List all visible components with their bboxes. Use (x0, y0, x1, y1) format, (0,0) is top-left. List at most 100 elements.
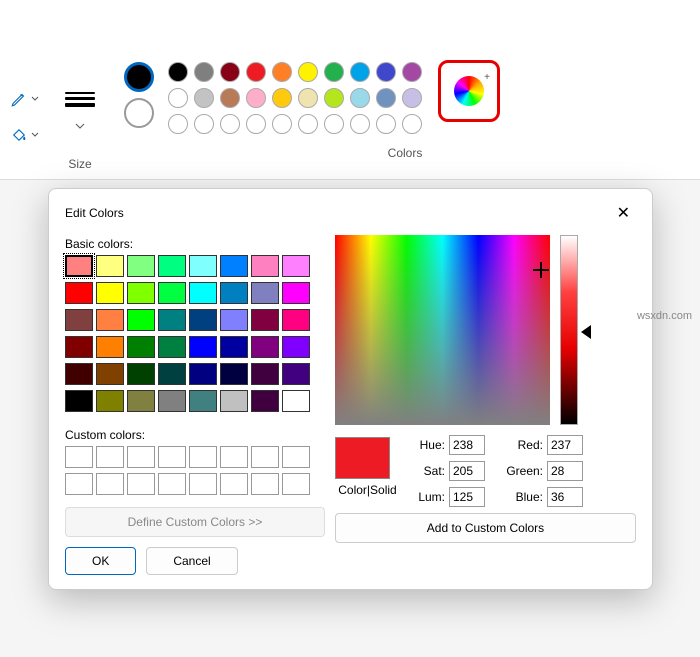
red-input[interactable] (547, 435, 583, 455)
basic-color-swatch[interactable] (127, 255, 155, 277)
palette-swatch[interactable] (350, 88, 370, 108)
palette-swatch-empty[interactable] (220, 114, 240, 134)
basic-color-swatch[interactable] (282, 363, 310, 385)
palette-swatch-empty[interactable] (350, 114, 370, 134)
basic-color-swatch[interactable] (189, 309, 217, 331)
green-input[interactable] (547, 461, 583, 481)
basic-color-swatch[interactable] (65, 255, 93, 277)
add-to-custom-colors-button[interactable]: Add to Custom Colors (335, 513, 636, 543)
pencil-tool[interactable] (10, 90, 40, 108)
basic-color-swatch[interactable] (220, 255, 248, 277)
custom-color-slot[interactable] (158, 473, 186, 495)
basic-color-swatch[interactable] (251, 255, 279, 277)
chevron-down-icon[interactable] (75, 122, 85, 130)
palette-swatch[interactable] (168, 88, 188, 108)
palette-swatch-empty[interactable] (272, 114, 292, 134)
palette-swatch[interactable] (220, 88, 240, 108)
basic-color-swatch[interactable] (96, 390, 124, 412)
palette-swatch-empty[interactable] (168, 114, 188, 134)
basic-color-swatch[interactable] (251, 309, 279, 331)
palette-swatch[interactable] (246, 62, 266, 82)
palette-swatch[interactable] (194, 62, 214, 82)
palette-swatch[interactable] (324, 62, 344, 82)
basic-color-swatch[interactable] (96, 309, 124, 331)
palette-swatch[interactable] (272, 88, 292, 108)
basic-color-swatch[interactable] (282, 390, 310, 412)
palette-swatch[interactable] (402, 62, 422, 82)
basic-color-swatch[interactable] (189, 336, 217, 358)
custom-color-slot[interactable] (220, 473, 248, 495)
basic-color-swatch[interactable] (282, 255, 310, 277)
custom-color-slot[interactable] (189, 446, 217, 468)
color-spectrum[interactable] (335, 235, 550, 425)
palette-swatch-empty[interactable] (246, 114, 266, 134)
basic-color-swatch[interactable] (251, 336, 279, 358)
basic-color-swatch[interactable] (65, 282, 93, 304)
basic-color-swatch[interactable] (189, 282, 217, 304)
custom-color-slot[interactable] (189, 473, 217, 495)
custom-color-slot[interactable] (251, 446, 279, 468)
hue-input[interactable] (449, 435, 485, 455)
palette-swatch[interactable] (168, 62, 188, 82)
palette-swatch[interactable] (194, 88, 214, 108)
basic-color-swatch[interactable] (158, 309, 186, 331)
palette-swatch[interactable] (376, 62, 396, 82)
palette-swatch-empty[interactable] (402, 114, 422, 134)
custom-color-slot[interactable] (158, 446, 186, 468)
basic-color-swatch[interactable] (96, 363, 124, 385)
basic-color-swatch[interactable] (251, 282, 279, 304)
custom-color-slot[interactable] (220, 446, 248, 468)
fill-tool[interactable] (10, 126, 40, 144)
define-custom-colors-button[interactable]: Define Custom Colors >> (65, 507, 325, 537)
custom-color-slot[interactable] (251, 473, 279, 495)
palette-swatch-empty[interactable] (376, 114, 396, 134)
palette-swatch-empty[interactable] (324, 114, 344, 134)
palette-swatch[interactable] (324, 88, 344, 108)
custom-color-slot[interactable] (96, 473, 124, 495)
palette-swatch[interactable] (298, 88, 318, 108)
ok-button[interactable]: OK (65, 547, 136, 575)
custom-color-slot[interactable] (127, 446, 155, 468)
custom-color-slot[interactable] (65, 446, 93, 468)
palette-swatch-empty[interactable] (194, 114, 214, 134)
basic-color-swatch[interactable] (127, 336, 155, 358)
size-icon[interactable] (65, 90, 95, 108)
custom-color-slot[interactable] (127, 473, 155, 495)
basic-color-swatch[interactable] (65, 336, 93, 358)
basic-color-swatch[interactable] (65, 363, 93, 385)
luminosity-bar[interactable] (560, 235, 578, 425)
basic-color-swatch[interactable] (158, 390, 186, 412)
basic-color-swatch[interactable] (282, 336, 310, 358)
custom-color-slot[interactable] (282, 446, 310, 468)
basic-color-swatch[interactable] (189, 390, 217, 412)
basic-color-swatch[interactable] (127, 309, 155, 331)
palette-swatch[interactable] (272, 62, 292, 82)
close-button[interactable]: ✕ (611, 201, 636, 225)
custom-color-slot[interactable] (96, 446, 124, 468)
basic-color-swatch[interactable] (127, 282, 155, 304)
sat-input[interactable] (449, 461, 485, 481)
custom-color-slot[interactable] (65, 473, 93, 495)
basic-color-swatch[interactable] (251, 390, 279, 412)
basic-color-swatch[interactable] (158, 255, 186, 277)
luminosity-slider-arrow[interactable] (581, 325, 591, 339)
edit-colors-button[interactable] (438, 60, 500, 122)
basic-color-swatch[interactable] (189, 363, 217, 385)
palette-swatch[interactable] (220, 62, 240, 82)
palette-swatch[interactable] (350, 62, 370, 82)
basic-color-swatch[interactable] (96, 255, 124, 277)
basic-color-swatch[interactable] (220, 336, 248, 358)
secondary-color-swatch[interactable] (124, 98, 154, 128)
primary-color-swatch[interactable] (124, 62, 154, 92)
palette-swatch[interactable] (402, 88, 422, 108)
lum-input[interactable] (449, 487, 485, 507)
basic-color-swatch[interactable] (158, 336, 186, 358)
basic-color-swatch[interactable] (127, 363, 155, 385)
blue-input[interactable] (547, 487, 583, 507)
custom-color-slot[interactable] (282, 473, 310, 495)
palette-swatch[interactable] (376, 88, 396, 108)
basic-color-swatch[interactable] (96, 336, 124, 358)
basic-color-swatch[interactable] (282, 282, 310, 304)
palette-swatch-empty[interactable] (298, 114, 318, 134)
basic-color-swatch[interactable] (65, 390, 93, 412)
